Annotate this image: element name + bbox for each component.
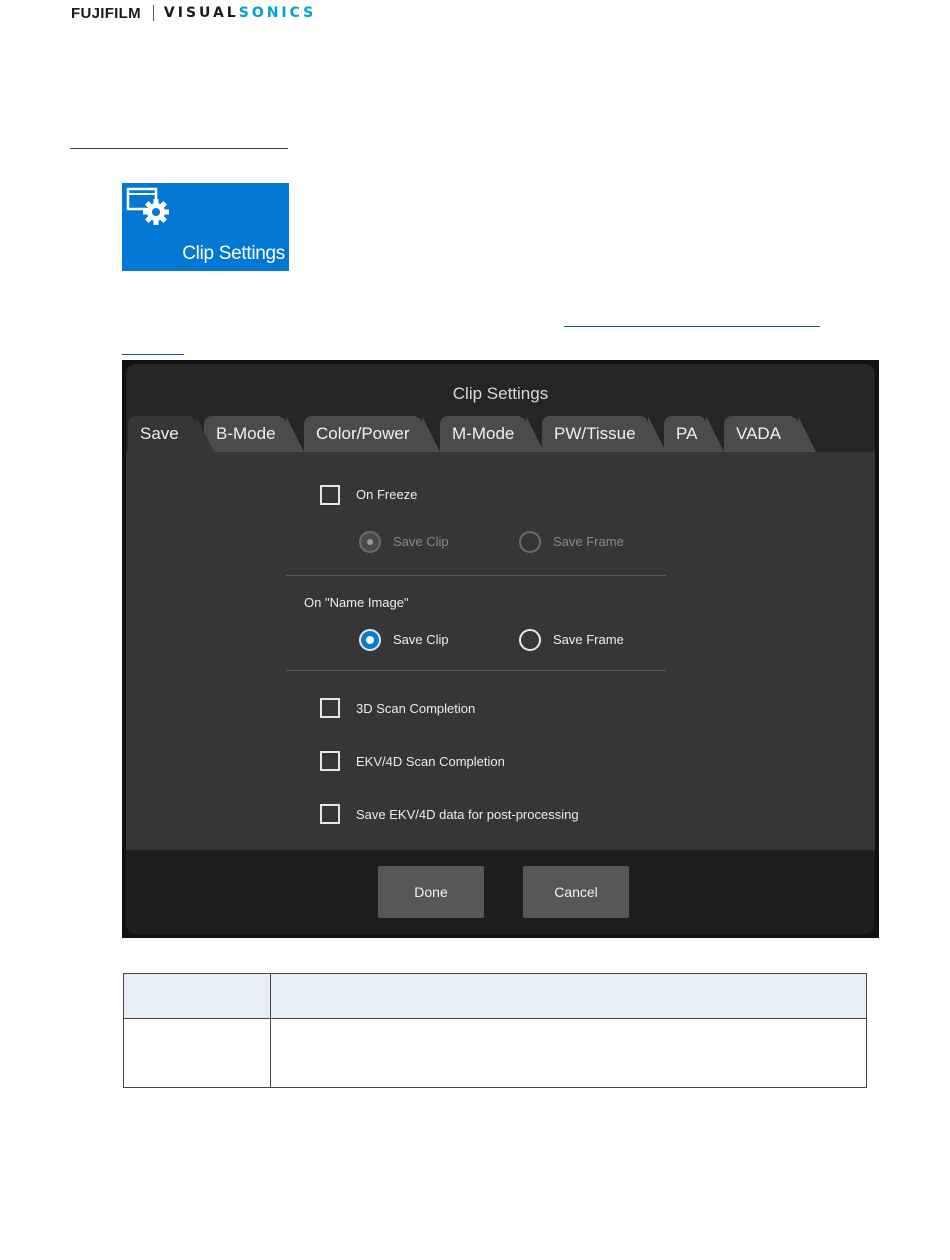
- on-freeze-label: On Freeze: [356, 487, 418, 502]
- on-freeze-save-clip-label: Save Clip: [393, 534, 449, 549]
- tab-b-mode[interactable]: B-Mode: [204, 416, 304, 452]
- clip-settings-icon: [126, 187, 169, 225]
- 3d-scan-completion-label: 3D Scan Completion: [356, 701, 476, 716]
- on-freeze-save-frame-radio[interactable]: [519, 531, 541, 553]
- dialog-body: Clip Settings Save B-Mode Color/Power M-…: [126, 364, 875, 934]
- brand-visual: VISUAL: [163, 5, 239, 21]
- on-name-image-save-clip-radio[interactable]: [359, 629, 381, 651]
- dialog-title: Clip Settings: [452, 384, 549, 403]
- divider: [286, 670, 666, 671]
- save-ekv-4d-data-label: Save EKV/4D data for post-processing: [356, 807, 579, 822]
- clip-settings-tile[interactable]: Clip Settings: [122, 183, 289, 271]
- clip-settings-label: Clip Settings: [182, 243, 285, 264]
- fujifilm-visualsonics-logo: FUJIFILM VISUAL SONICS: [71, 4, 316, 22]
- on-name-image-save-frame-radio[interactable]: [519, 629, 541, 651]
- on-freeze-save-clip-radio[interactable]: [359, 531, 381, 553]
- brand-divider: [152, 5, 154, 21]
- save-tab-panel: On Freeze Save Clip Save Frame On "Name …: [126, 452, 875, 850]
- tab-pa[interactable]: PA: [664, 416, 724, 452]
- 3d-scan-completion-checkbox[interactable]: [320, 698, 340, 718]
- clip-settings-dialog: Clip Settings Save B-Mode Color/Power M-…: [122, 360, 879, 938]
- ekv-4d-scan-completion-checkbox[interactable]: [320, 751, 340, 771]
- save-ekv-4d-data-checkbox[interactable]: [320, 804, 340, 824]
- tab-color-power[interactable]: Color/Power: [304, 416, 440, 452]
- tab-bar: Save B-Mode Color/Power M-Mode PW/Tissue…: [126, 410, 875, 452]
- dialog-footer: [126, 850, 875, 934]
- description-table: [123, 973, 867, 1088]
- link-underline-continued[interactable]: [122, 354, 184, 355]
- cancel-button[interactable]: Cancel: [523, 866, 629, 918]
- tab-pw-tissue[interactable]: PW/Tissue: [542, 416, 666, 452]
- tab-vada[interactable]: VADA: [724, 416, 816, 452]
- table-column-divider: [270, 974, 271, 1087]
- tab-m-mode[interactable]: M-Mode: [440, 416, 544, 452]
- section-rule: [70, 148, 288, 149]
- ekv-4d-scan-completion-label: EKV/4D Scan Completion: [356, 754, 505, 769]
- link-underline[interactable]: [564, 326, 820, 327]
- table-header-row: [124, 974, 866, 1019]
- divider: [286, 575, 666, 576]
- tab-save[interactable]: Save: [128, 416, 214, 452]
- on-name-image-label: On "Name Image": [304, 595, 409, 610]
- on-name-image-save-frame-label: Save Frame: [553, 632, 624, 647]
- on-freeze-save-frame-label: Save Frame: [553, 534, 624, 549]
- on-freeze-checkbox[interactable]: [320, 485, 340, 505]
- on-name-image-save-clip-label: Save Clip: [393, 632, 449, 647]
- done-button[interactable]: Done: [378, 866, 484, 918]
- brand-sonics: SONICS: [238, 5, 317, 21]
- brand-fujifilm: FUJIFILM: [71, 4, 141, 22]
